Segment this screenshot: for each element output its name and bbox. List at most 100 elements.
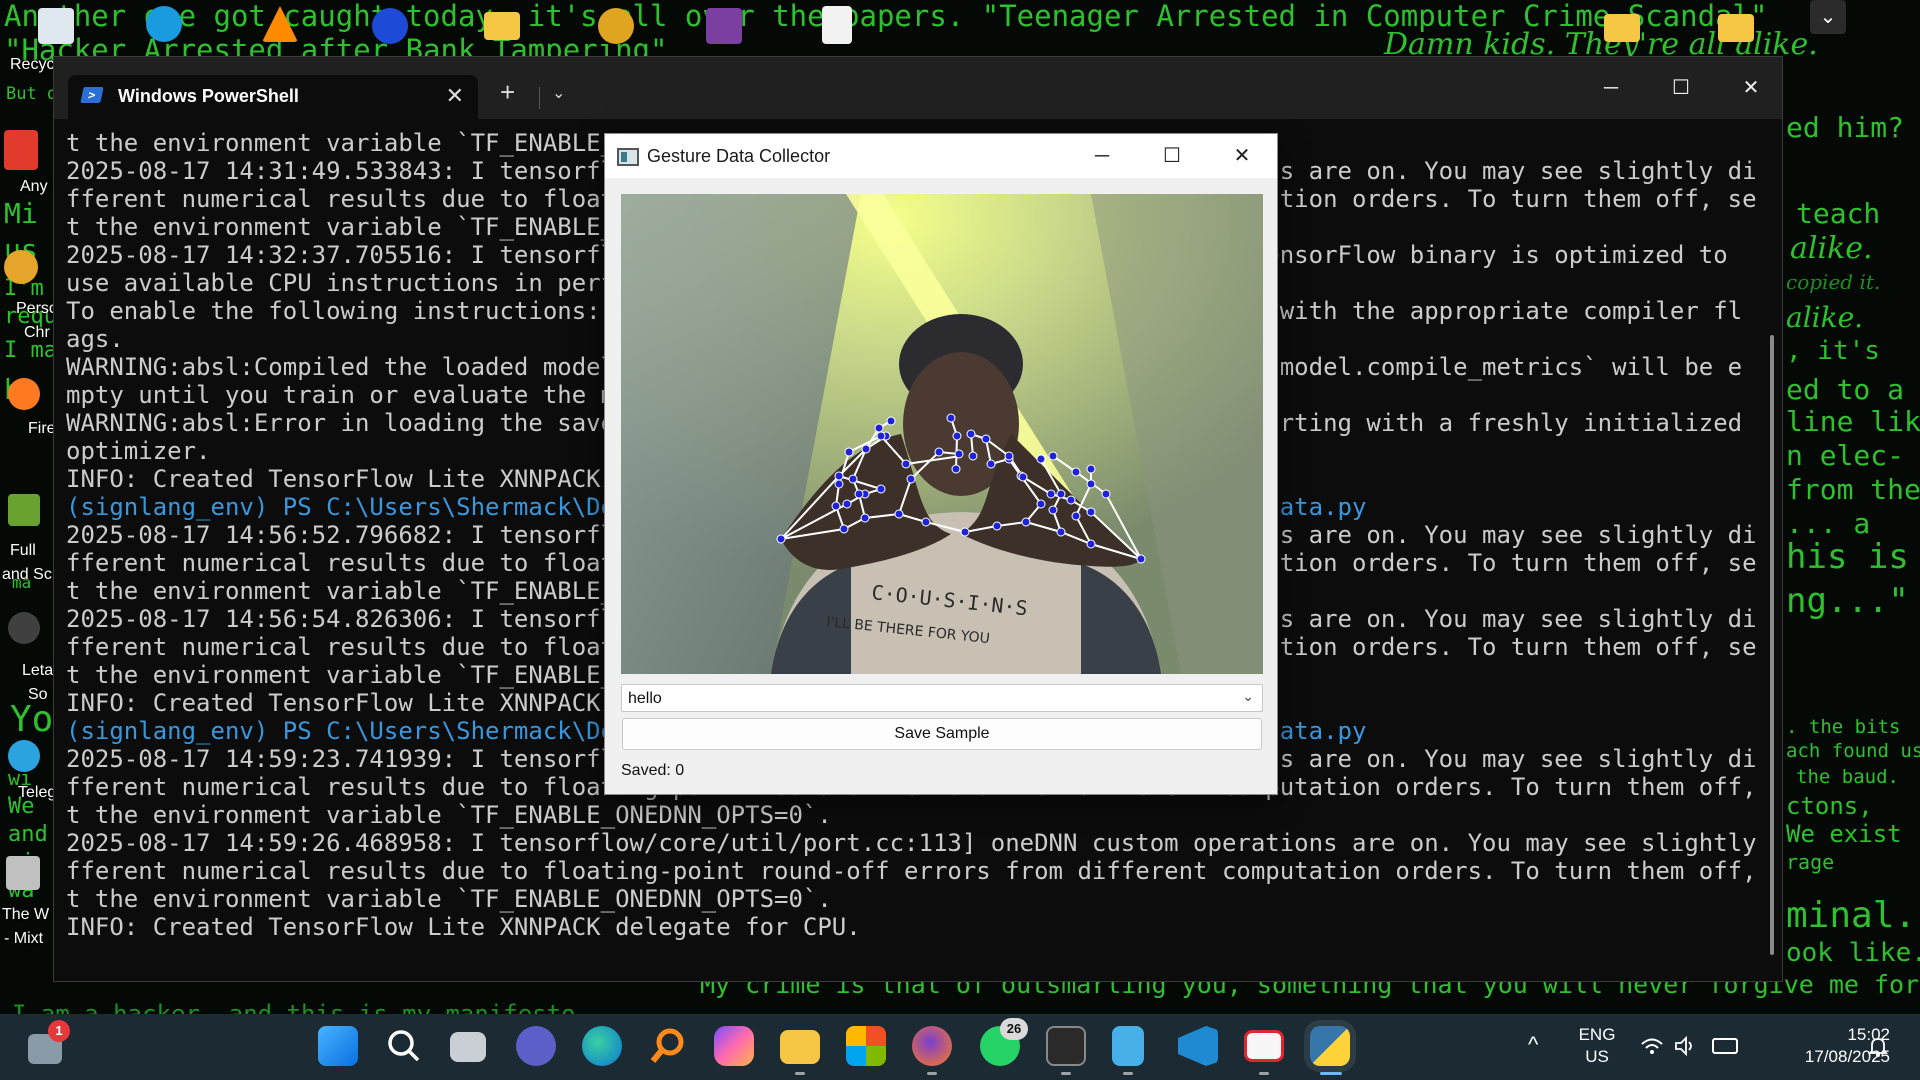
tray-overflow-chevron[interactable]: ^ xyxy=(1528,1034,1538,1056)
recycle-bin-icon[interactable] xyxy=(38,8,74,44)
desktop-label: Chr xyxy=(24,324,50,341)
language-code: ENG xyxy=(1578,1025,1616,1044)
wallpaper-right-7: ed to a xyxy=(1786,373,1905,406)
copilot-icon[interactable] xyxy=(714,1026,754,1066)
winrar-icon[interactable] xyxy=(706,8,742,44)
wallpaper-right-11: ... a xyxy=(1786,507,1871,540)
console-line: 2025-08-17 14:59:26.468958: I tensorflow… xyxy=(66,829,1758,857)
console-line: t the environment variable `TF_ENABLE_ON… xyxy=(66,801,832,829)
desktop-label: Fire xyxy=(28,420,56,437)
tab-close-button[interactable]: ✕ xyxy=(446,83,464,109)
language-indicator[interactable]: ENG US xyxy=(1578,1024,1616,1068)
collector-maximize-button[interactable]: ☐ xyxy=(1152,140,1192,172)
wallpaper-left-13: and xyxy=(8,822,48,847)
terminal-minimize-button[interactable]: ─ xyxy=(1596,73,1626,103)
whatsapp-badge: 26 xyxy=(1000,1018,1028,1040)
chat-icon[interactable] xyxy=(516,1026,556,1066)
chrome-personal-icon[interactable] xyxy=(4,250,38,284)
console-line: INFO: Created TensorFlow Lite XNNPACK de… xyxy=(66,913,861,941)
console-line: fferent numerical results due to floatin… xyxy=(66,857,1758,885)
document-icon[interactable] xyxy=(822,6,852,44)
firefox-running-indicator xyxy=(927,1072,937,1075)
mixtape-icon[interactable] xyxy=(6,856,40,890)
telegram-icon[interactable] xyxy=(8,740,40,772)
collector-titlebar[interactable]: Gesture Data Collector ─ ☐ ✕ xyxy=(605,134,1277,178)
tab-dropdown-button[interactable]: ⌄ xyxy=(552,83,565,103)
desktop-label: and Sc xyxy=(2,566,52,583)
firefox-icon[interactable] xyxy=(912,1026,952,1066)
gesture-data-collector-window[interactable]: Gesture Data Collector ─ ☐ ✕ C·O·U·S·I·N… xyxy=(604,133,1278,795)
desktop-label: Recyc xyxy=(10,56,55,73)
powershell-icon: > xyxy=(80,87,104,103)
battery-icon[interactable] xyxy=(1712,1038,1738,1054)
notification-bell-icon[interactable] xyxy=(1867,1036,1889,1057)
terminal-icon[interactable] xyxy=(1046,1026,1086,1066)
camera-feed: C·O·U·S·I·N·S I'LL BE THERE FOR YOU xyxy=(621,194,1263,674)
desktop-label: - Mixt xyxy=(4,930,44,947)
full-app-icon[interactable] xyxy=(8,494,40,526)
collector-minimize-button[interactable]: ─ xyxy=(1082,140,1122,172)
app-window-icon xyxy=(617,148,639,166)
terminal-maximize-button[interactable]: ☐ xyxy=(1666,73,1696,103)
wallpaper-right-13: ng..." xyxy=(1786,581,1909,621)
edge-desktop-icon[interactable] xyxy=(146,6,182,42)
terminal-scrollbar[interactable] xyxy=(1770,335,1774,955)
proxy-app-icon[interactable] xyxy=(372,8,408,44)
desktop-label: Leta xyxy=(22,662,54,679)
terminal-tab-bar: > Windows PowerShell ✕ + ⌄ ─ ☐ ✕ xyxy=(54,57,1782,119)
notification-badge: 1 xyxy=(48,1020,70,1042)
store-icon[interactable] xyxy=(846,1026,886,1066)
folder-icon-2[interactable] xyxy=(1604,14,1640,42)
taskbar: 1 26 ^ ENG US 15:02 17/08/2025 xyxy=(0,1014,1920,1080)
wallpaper-right-19: rage xyxy=(1786,850,1835,874)
volume-icon[interactable] xyxy=(1674,1035,1698,1057)
tab-windows-powershell[interactable]: > Windows PowerShell ✕ xyxy=(68,75,478,119)
gesture-select-value: hello xyxy=(628,690,662,707)
wallpaper-left-1: But d xyxy=(6,84,58,104)
desktop-label: Perso xyxy=(16,300,58,317)
search-icon[interactable] xyxy=(384,1026,424,1066)
wallpaper-right-5: alike. xyxy=(1786,301,1864,334)
wallpaper-right-1: ed him? xyxy=(1786,111,1905,144)
firefox-desktop-icon[interactable] xyxy=(8,378,40,410)
collector-close-button[interactable]: ✕ xyxy=(1222,140,1262,172)
notepad-running-indicator xyxy=(1123,1072,1133,1075)
anydesk-icon[interactable] xyxy=(4,130,38,170)
wallpaper-right-21: ook like. xyxy=(1786,938,1920,968)
wifi-icon[interactable] xyxy=(1640,1036,1664,1056)
desktop-label: Teleg xyxy=(18,784,57,801)
search-app-icon[interactable] xyxy=(648,1026,688,1066)
pineapple-app-icon[interactable] xyxy=(598,8,634,44)
wallpaper-right-16: the baud. xyxy=(1796,766,1899,788)
camera-frame-image: C·O·U·S·I·N·S I'LL BE THERE FOR YOU xyxy=(621,194,1263,674)
save-sample-button[interactable]: Save Sample xyxy=(622,718,1262,750)
start-icon[interactable] xyxy=(318,1026,358,1066)
task-view-icon[interactable] xyxy=(450,1032,486,1062)
collector-title: Gesture Data Collector xyxy=(647,146,831,166)
saved-count-label: Saved: 0 xyxy=(621,762,685,779)
python-icon[interactable] xyxy=(1310,1026,1350,1066)
notepad-icon[interactable] xyxy=(1112,1026,1144,1066)
gesture-select[interactable]: hello ⌄ xyxy=(621,684,1263,712)
screen-app-running-indicator xyxy=(1259,1072,1269,1075)
folder-icon-3[interactable] xyxy=(1718,14,1754,42)
chevron-down-icon[interactable]: ⌄ xyxy=(1810,0,1846,34)
python-active-indicator xyxy=(1320,1072,1342,1075)
wallpaper-left-2: Mi xyxy=(4,197,38,230)
vscode-icon[interactable] xyxy=(1178,1026,1218,1066)
screen-app-icon[interactable] xyxy=(1244,1030,1284,1062)
wallpaper-right-10: from the xyxy=(1786,473,1920,506)
desktop-label: Full xyxy=(10,542,36,559)
new-tab-button[interactable]: + xyxy=(500,77,515,108)
desktop-label: Any xyxy=(20,178,48,195)
folder-icon[interactable] xyxy=(484,12,520,40)
terminal-close-button[interactable]: ✕ xyxy=(1736,73,1766,103)
desktop-label: So xyxy=(28,686,48,703)
edge-icon[interactable] xyxy=(582,1026,622,1066)
tab-title: Windows PowerShell xyxy=(118,86,299,106)
wallpaper-right-9: n elec- xyxy=(1786,439,1905,472)
letasoft-icon[interactable] xyxy=(8,612,40,644)
wallpaper-right-18: We exist xyxy=(1786,820,1902,848)
console-line: t the environment variable `TF_ENABLE_ON… xyxy=(66,885,832,913)
file-explorer-icon[interactable] xyxy=(780,1030,820,1064)
